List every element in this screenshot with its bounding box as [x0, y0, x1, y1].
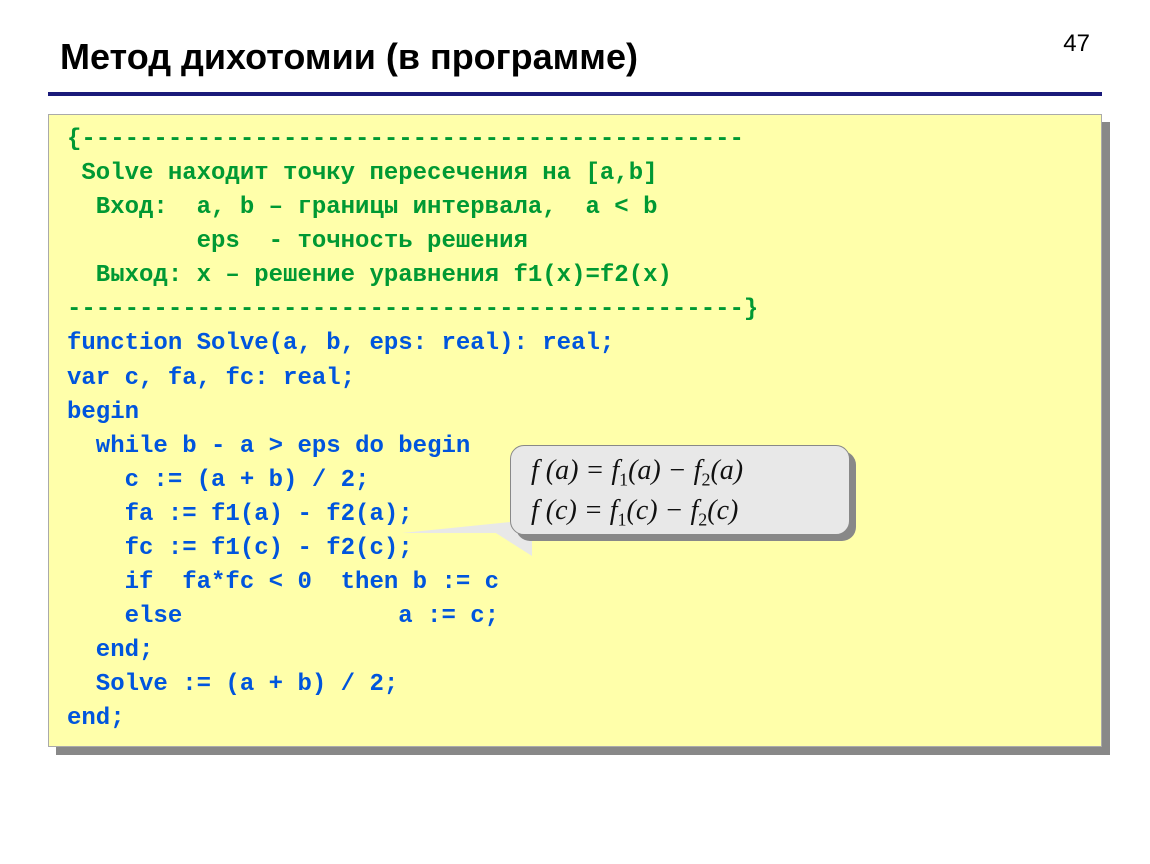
code-text: fa*fc < 0	[153, 569, 340, 596]
code-text: Solve := (a + b) / 2;	[67, 671, 398, 698]
callout-tail	[488, 528, 532, 556]
code-block: {---------------------------------------…	[48, 114, 1102, 747]
slide: 47 Метод дихотомии (в программе) {------…	[0, 0, 1150, 864]
keyword-begin: begin	[67, 399, 139, 426]
comment-line: ----------------------------------------…	[67, 296, 758, 323]
code-text: fa := f1(a) - f2(a);	[67, 501, 413, 528]
comment-line: Вход: a, b – границы интервала, a < b	[67, 194, 658, 221]
comment-line: {---------------------------------------…	[67, 126, 744, 153]
title-underline	[48, 92, 1102, 96]
keyword-while: while	[67, 433, 168, 460]
keyword-do-begin: do begin	[355, 433, 470, 460]
keyword-end: end	[67, 705, 110, 732]
keyword-then: then	[341, 569, 399, 596]
keyword-function: function	[67, 330, 182, 357]
code-text: b - a > eps	[168, 433, 355, 460]
code-text: ;	[110, 705, 124, 732]
code-text: Solve(a, b, eps: real): real;	[182, 330, 614, 357]
comment-line: eps - точность решения	[67, 228, 528, 255]
code-text: a := c;	[182, 603, 499, 630]
comment-line: Solve находит точку пересечения на [a,b]	[67, 160, 658, 187]
page-number: 47	[1063, 30, 1090, 58]
keyword-else: else	[67, 603, 182, 630]
keyword-var: var	[67, 365, 110, 392]
comment-line: Выход: x – решение уравнения f1(x)=f2(x)	[67, 262, 672, 289]
slide-title: Метод дихотомии (в программе)	[60, 36, 638, 78]
code-text: b := c	[398, 569, 499, 596]
code-text: c := (a + b) / 2;	[67, 467, 369, 494]
keyword-if: if	[67, 569, 153, 596]
keyword-end: end	[67, 637, 139, 664]
code-content: {---------------------------------------…	[48, 114, 1102, 747]
code-text: fc := f1(c) - f2(c);	[67, 535, 413, 562]
code-text: c, fa, fc: real;	[110, 365, 355, 392]
code-text: ;	[139, 637, 153, 664]
